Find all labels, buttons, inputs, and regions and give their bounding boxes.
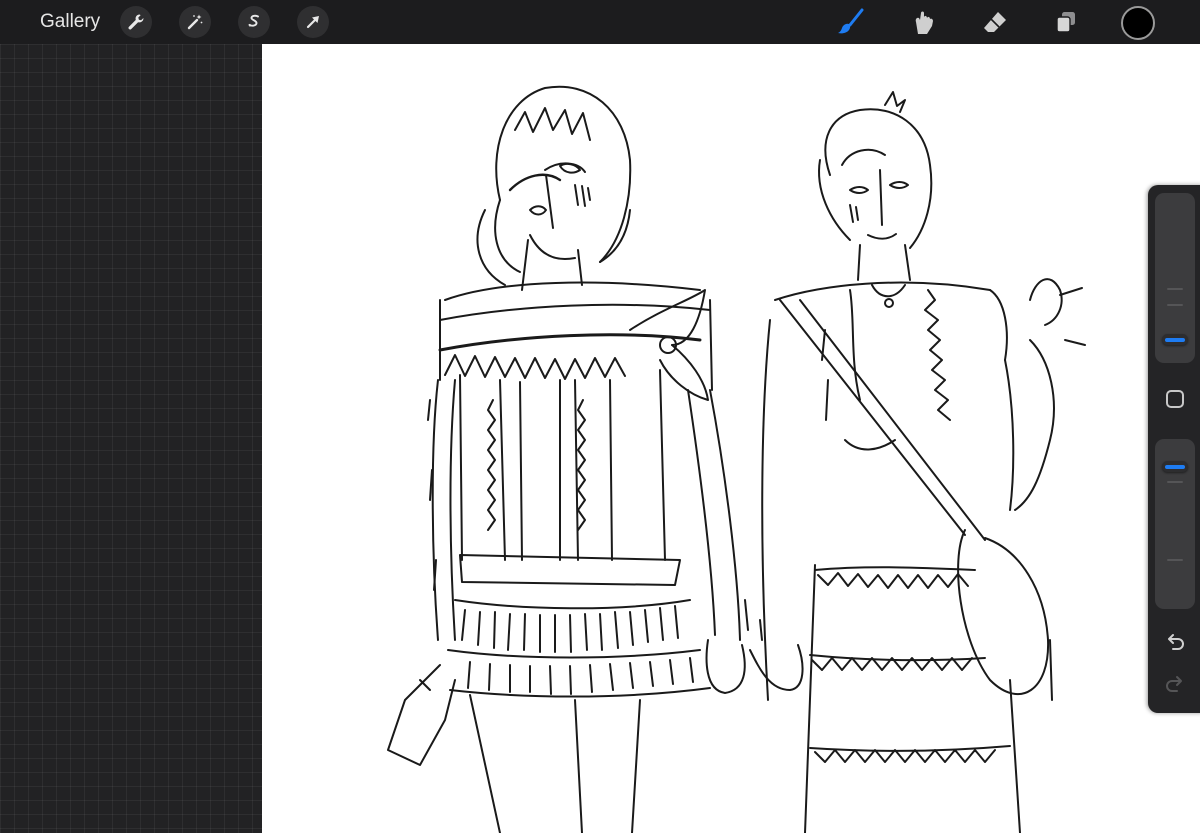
adjustments-button[interactable] <box>179 6 211 38</box>
magic-wand-icon <box>186 13 204 31</box>
color-picker-button[interactable] <box>1121 6 1155 40</box>
brush-icon <box>836 7 866 37</box>
top-toolbar: Gallery <box>0 0 1200 44</box>
sketch-artwork <box>387 85 1086 833</box>
arrow-cursor-icon <box>304 13 322 31</box>
actions-button[interactable] <box>120 6 152 38</box>
selection-s-icon <box>245 13 263 31</box>
transform-button[interactable] <box>297 6 329 38</box>
brush-size-slider[interactable] <box>1155 193 1195 363</box>
opacity-slider[interactable] <box>1155 439 1195 609</box>
brush-size-thumb[interactable] <box>1162 334 1188 345</box>
selection-button[interactable] <box>238 6 270 38</box>
modify-button[interactable] <box>1166 390 1184 408</box>
undo-button[interactable] <box>1162 631 1188 657</box>
workspace-background <box>0 44 262 833</box>
gallery-button[interactable]: Gallery <box>40 9 100 35</box>
slider-tick <box>1167 481 1183 483</box>
smudge-icon <box>909 8 937 36</box>
redo-button[interactable] <box>1162 673 1188 699</box>
layers-icon <box>1053 9 1079 35</box>
smudge-tool-button[interactable] <box>906 5 940 39</box>
slider-tick <box>1167 304 1183 306</box>
wrench-icon <box>127 13 145 31</box>
eraser-icon <box>981 8 1009 36</box>
layers-button[interactable] <box>1049 5 1083 39</box>
sidebar-panel <box>1148 185 1200 713</box>
undo-icon <box>1164 631 1186 658</box>
redo-icon <box>1164 673 1186 700</box>
slider-tick <box>1167 559 1183 561</box>
slider-tick <box>1167 288 1183 290</box>
opacity-thumb[interactable] <box>1162 461 1188 472</box>
brush-tool-button[interactable] <box>834 5 868 39</box>
eraser-tool-button[interactable] <box>978 5 1012 39</box>
procreate-app: Gallery <box>0 0 1200 833</box>
drawing-canvas[interactable] <box>262 44 1200 833</box>
